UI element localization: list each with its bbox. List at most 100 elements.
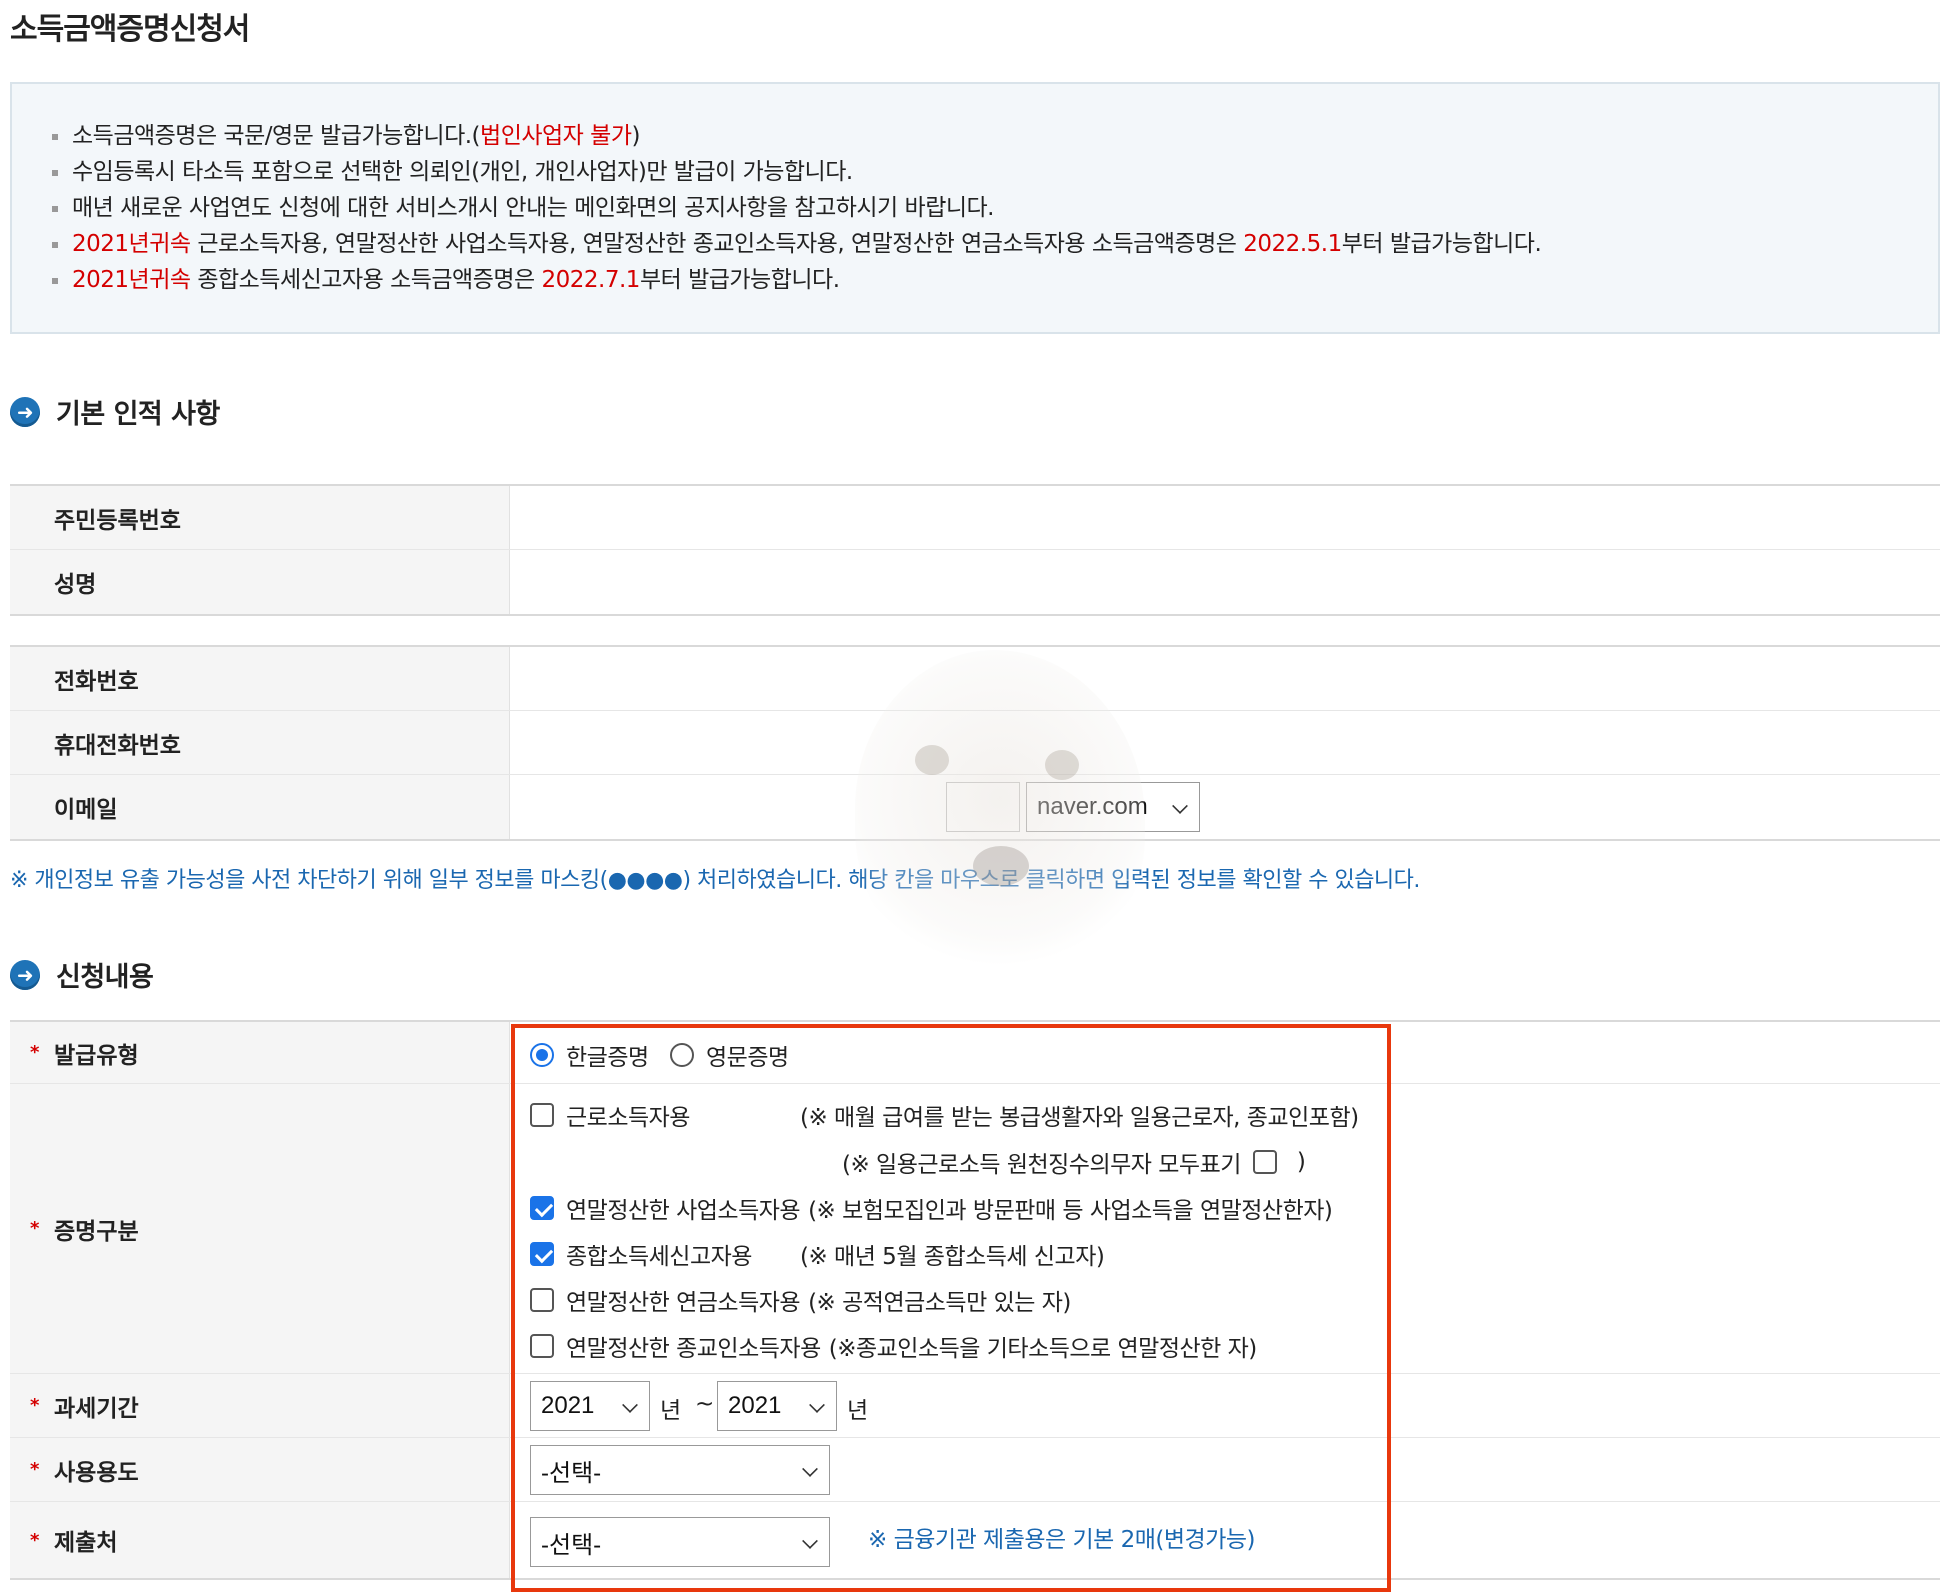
radio-label: 한글증명 (566, 1045, 649, 1071)
name-label: 성명 (10, 550, 510, 614)
required-mark: * (30, 1459, 40, 1480)
notice-box: 소득금액증명은 국문/영문 발급가능합니다.(법인사업자 불가) 수임등록시 타… (10, 82, 1940, 334)
notice-list: 소득금액증명은 국문/영문 발급가능합니다.(법인사업자 불가) 수임등록시 타… (12, 118, 1938, 298)
radio-selected-icon[interactable] (530, 1043, 554, 1067)
submit-to-note: ※ 금융기관 제출용은 기본 2매(변경가능) (868, 1527, 1256, 1553)
apply-form-table: * 발급유형 한글증명 영문증명 * 증명구분 근로소득자용 (※ 매월 급여를… (10, 1020, 1940, 1580)
radio-empty-icon[interactable] (670, 1043, 694, 1067)
notice-item: 2021년귀속 근로소득자용, 연말정산한 사업소득자용, 연말정산한 종교인소… (12, 226, 1938, 262)
email-domain-value: naver.com (1037, 793, 1148, 820)
usage-select-value: -선택- (541, 1459, 602, 1487)
daily-note-close: ) (1296, 1149, 1306, 1175)
email-value: naver.com (510, 775, 1940, 839)
cert-option-business-income[interactable]: 연말정산한 사업소득자용 (※ 보험모집인과 방문판매 등 사업소득을 연말정산… (530, 1191, 1333, 1225)
notice-red-date: 2022.5.1 (1243, 231, 1342, 257)
mobile-value[interactable] (510, 711, 1940, 774)
basic-info-table: 주민등록번호 성명 (10, 484, 1940, 616)
cert-option-religious-income[interactable]: 연말정산한 종교인소득자용 (※종교인소득을 기타소득으로 연말정산한 자) (530, 1329, 1257, 1363)
cert-type-value: 근로소득자용 (※ 매월 급여를 받는 봉급생활자와 일용근로자, 종교인포함)… (510, 1084, 1940, 1373)
submit-to-select[interactable]: -선택- (530, 1517, 830, 1567)
notice-text: 매년 새로운 사업연도 신청에 대한 서비스개시 안내는 메인화면의 공지사항을… (72, 195, 994, 221)
cert-option-comprehensive-income[interactable]: 종합소득세신고자용 (530, 1237, 752, 1271)
submit-to-row: * 제출처 -선택- ※ 금융기관 제출용은 기본 2매(변경가능) (10, 1502, 1940, 1578)
issue-korean-radio[interactable]: 한글증명 (530, 1038, 649, 1072)
required-mark: * (30, 1529, 40, 1551)
notice-item: 2021년귀속 종합소득세신고자용 소득금액증명은 2022.7.1부터 발급가… (12, 262, 1938, 298)
arrow-right-circle-icon: ➜ (10, 959, 40, 990)
daily-worker-checkbox[interactable] (1252, 1150, 1277, 1174)
cert-option-earned-income[interactable]: 근로소득자용 (530, 1098, 690, 1132)
tax-period-row: * 과세기간 2021 년 ~ 2021 년 (10, 1374, 1940, 1438)
year-unit: 년 (660, 1398, 681, 1424)
notice-red-text: 법인사업자 불가 (480, 123, 632, 149)
notice-red-date: 2022.7.1 (541, 267, 641, 293)
cert-option-pension-income[interactable]: 연말정산한 연금소득자용 (※ 공적연금소득만 있는 자) (530, 1283, 1071, 1317)
chevron-down-icon (802, 1533, 818, 1549)
rrn-label: 주민등록번호 (10, 486, 510, 549)
tax-period-value: 2021 년 ~ 2021 년 (510, 1374, 1940, 1437)
cert-option-note: (※ 매월 급여를 받는 봉급생활자와 일용근로자, 종교인포함) (800, 1105, 1359, 1131)
rrn-value[interactable] (510, 486, 1940, 549)
checkbox-checked-icon[interactable] (530, 1196, 554, 1220)
required-mark: * (30, 1218, 40, 1239)
section-title: 신청내용 (56, 962, 154, 993)
daily-note-text: (※ 일용근로소득 원천징수의무자 모두표기 (842, 1152, 1241, 1178)
name-row: 성명 (10, 550, 1940, 614)
label-text: 과세기간 (54, 1395, 139, 1422)
required-mark: * (30, 1395, 40, 1416)
page: 소득금액증명신청서 소득금액증명은 국문/영문 발급가능합니다.(법인사업자 불… (0, 0, 1948, 1596)
page-title: 소득금액증명신청서 (10, 12, 250, 47)
checkbox-empty-icon[interactable] (530, 1288, 554, 1312)
section-title: 기본 인적 사항 (56, 399, 220, 430)
email-domain-input[interactable] (946, 782, 1020, 832)
year-from-select[interactable]: 2021 (530, 1381, 650, 1431)
cert-option-note: (※ 매년 5월 종합소득세 신고자) (800, 1244, 1105, 1270)
email-row: 이메일 naver.com (10, 775, 1940, 839)
mobile-row: 휴대전화번호 (10, 711, 1940, 775)
year-to-select[interactable]: 2021 (717, 1381, 837, 1431)
notice-text: 종합소득세신고자용 소득금액증명은 (190, 267, 542, 293)
notice-red-text: 2021년귀속 (72, 267, 191, 293)
section-apply-heading: ➜ 신청내용 (10, 955, 154, 994)
issue-type-row: * 발급유형 한글증명 영문증명 (10, 1022, 1940, 1084)
label-text: 증명구분 (54, 1218, 139, 1245)
issue-english-radio[interactable]: 영문증명 (670, 1038, 789, 1072)
checkbox-empty-icon[interactable] (530, 1334, 554, 1358)
usage-value: -선택- (510, 1438, 1940, 1501)
usage-row: * 사용용도 -선택- (10, 1438, 1940, 1502)
notice-text: 부터 발급가능합니다. (1341, 231, 1542, 257)
radio-label: 영문증명 (706, 1045, 789, 1071)
checkbox-label: 연말정산한 종교인소득자용 (566, 1336, 821, 1362)
chevron-down-icon (809, 1397, 825, 1413)
email-label: 이메일 (10, 775, 510, 839)
checkbox-label: 종합소득세신고자용 (566, 1244, 752, 1270)
notice-item: 소득금액증명은 국문/영문 발급가능합니다.(법인사업자 불가) (12, 118, 1938, 154)
cert-option-note: (※ 공적연금소득만 있는 자) (808, 1290, 1071, 1316)
period-tilde: ~ (695, 1391, 714, 1417)
notice-text: 소득금액증명은 국문/영문 발급가능합니다.( (72, 123, 481, 149)
arrow-right-circle-icon: ➜ (10, 396, 40, 427)
checkbox-checked-icon[interactable] (530, 1242, 554, 1266)
checkbox-label: 연말정산한 연금소득자용 (566, 1290, 801, 1316)
notice-item: 수임등록시 타소득 포함으로 선택한 의뢰인(개인, 개인사업자)만 발급이 가… (12, 154, 1938, 190)
chevron-down-icon (622, 1397, 638, 1413)
phone-label: 전화번호 (10, 647, 510, 710)
rrn-row: 주민등록번호 (10, 486, 1940, 550)
email-domain-select[interactable]: naver.com (1026, 782, 1200, 832)
label-text: 사용용도 (54, 1459, 139, 1486)
phone-row: 전화번호 (10, 647, 1940, 711)
notice-text: ) (631, 123, 640, 149)
usage-label: * 사용용도 (10, 1438, 510, 1501)
name-value[interactable] (510, 550, 1940, 614)
year-from-value: 2021 (541, 1392, 595, 1419)
chevron-down-icon (1172, 798, 1188, 814)
checkbox-label: 근로소득자용 (566, 1105, 690, 1131)
usage-select[interactable]: -선택- (530, 1445, 830, 1495)
checkbox-empty-icon[interactable] (530, 1103, 554, 1127)
notice-text: 부터 발급가능합니다. (639, 267, 840, 293)
phone-value[interactable] (510, 647, 1940, 710)
issue-type-label: * 발급유형 (10, 1022, 510, 1083)
label-text: 발급유형 (54, 1042, 139, 1069)
cert-type-label: * 증명구분 (10, 1084, 510, 1373)
label-text: 제출처 (54, 1530, 118, 1556)
